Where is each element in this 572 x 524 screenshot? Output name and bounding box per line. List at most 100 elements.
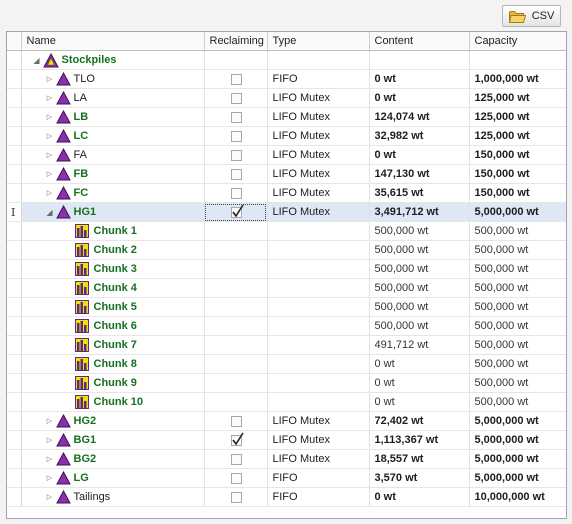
reclaiming-checkbox[interactable] (230, 92, 242, 104)
chunk-row[interactable]: Chunk 3 500,000 wt 500,000 wt (7, 259, 566, 279)
content-cell: 500,000 wt (369, 259, 470, 279)
capacity-cell: 500,000 wt (469, 354, 566, 374)
type-cell (267, 297, 370, 317)
content-cell: 500,000 wt (369, 221, 470, 241)
content-cell: 500,000 wt (369, 278, 470, 298)
capacity-cell: 150,000 wt (469, 183, 566, 203)
name-cell: ▷ TLO (21, 69, 205, 89)
chunk-row[interactable]: Chunk 6 500,000 wt 500,000 wt (7, 316, 566, 336)
expand-arrow-icon[interactable]: ▷ (44, 130, 56, 142)
expand-arrow-icon[interactable]: ▷ (44, 415, 56, 427)
capacity-cell: 125,000 wt (469, 88, 566, 108)
chunk-row[interactable]: Chunk 1 500,000 wt 500,000 wt (7, 221, 566, 241)
stockpile-tree-grid[interactable]: Name Reclaiming Type Content Capacity ◢ (6, 31, 567, 519)
type-cell (267, 278, 370, 298)
stockpile-row[interactable]: I ◢ HG1 LIFO Mutex 3,491,712 wt 5,000,000 wt (7, 202, 566, 222)
reclaiming-checkbox[interactable] (230, 149, 242, 161)
csv-export-button[interactable]: CSV (502, 5, 561, 27)
stockpile-row[interactable]: ▷ BG2 LIFO Mutex 18,557 wt 5,000,000 wt (7, 449, 566, 469)
stockpile-row[interactable]: ▷ LC LIFO Mutex 32,982 wt 125,000 wt (7, 126, 566, 146)
column-header-reclaiming[interactable]: Reclaiming (204, 32, 268, 51)
chunk-row[interactable]: Chunk 2 500,000 wt 500,000 wt (7, 240, 566, 260)
expand-arrow-icon[interactable]: ▷ (44, 187, 56, 199)
expand-arrow-icon[interactable]: ◢ (31, 54, 43, 66)
reclaiming-checkbox[interactable] (230, 73, 242, 85)
name-cell: Chunk 6 (21, 316, 205, 336)
reclaiming-checkbox[interactable] (230, 130, 242, 142)
header-row: Name Reclaiming Type Content Capacity (7, 32, 566, 51)
chunk-row[interactable]: Chunk 10 0 wt 500,000 wt (7, 392, 566, 412)
stockpile-row[interactable]: ▷ HG2 LIFO Mutex 72,402 wt 5,000,000 wt (7, 411, 566, 431)
type-cell: FIFO (267, 468, 370, 488)
capacity-cell: 10,000,000 wt (469, 487, 566, 507)
content-cell: 18,557 wt (369, 449, 470, 469)
row-indicator (7, 145, 22, 165)
reclaiming-checkbox[interactable] (230, 491, 242, 503)
stockpile-triangle-icon (55, 490, 71, 504)
reclaiming-cell (204, 373, 268, 393)
column-header-type[interactable]: Type (267, 32, 370, 51)
root-label: Stockpiles (61, 54, 117, 66)
capacity-cell: 150,000 wt (469, 164, 566, 184)
reclaiming-checkbox[interactable] (230, 453, 242, 465)
chunk-row[interactable]: Chunk 5 500,000 wt 500,000 wt (7, 297, 566, 317)
row-indicator (7, 240, 22, 260)
stockpile-row[interactable]: ▷ FA LIFO Mutex 0 wt 150,000 wt (7, 145, 566, 165)
row-indicator (7, 449, 22, 469)
chunk-row[interactable]: Chunk 7 491,712 wt 500,000 wt (7, 335, 566, 355)
content-cell: 0 wt (369, 392, 470, 412)
chunk-row[interactable]: Chunk 8 0 wt 500,000 wt (7, 354, 566, 374)
row-name-label: FC (73, 187, 89, 199)
stockpile-row[interactable]: ▷ FB LIFO Mutex 147,130 wt 150,000 wt (7, 164, 566, 184)
content-cell: 124,074 wt (369, 107, 470, 127)
expand-arrow-icon[interactable]: ▷ (44, 472, 56, 484)
expand-arrow-icon[interactable]: ▷ (44, 453, 56, 465)
row-name-label: LC (73, 130, 89, 142)
column-header-name[interactable]: Name (21, 32, 205, 51)
stockpile-triangle-icon (55, 91, 71, 105)
root-row[interactable]: ◢ Stockpiles (7, 50, 566, 70)
expand-arrow-icon[interactable]: ▷ (44, 111, 56, 123)
reclaiming-checkbox[interactable] (230, 204, 244, 218)
column-header-capacity[interactable]: Capacity (469, 32, 566, 51)
reclaiming-checkbox[interactable] (230, 111, 242, 123)
capacity-cell: 5,000,000 wt (469, 468, 566, 488)
content-cell: 0 wt (369, 69, 470, 89)
expand-arrow-icon[interactable]: ▷ (44, 168, 56, 180)
type-cell (267, 354, 370, 374)
expand-arrow-icon[interactable]: ▷ (44, 434, 56, 446)
reclaiming-checkbox[interactable] (230, 415, 242, 427)
stockpile-row[interactable]: ▷ BG1 LIFO Mutex 1,113,367 wt 5,000,000 wt (7, 430, 566, 450)
stockpile-table: Name Reclaiming Type Content Capacity ◢ (7, 32, 566, 507)
stockpile-row[interactable]: ▷ Tailings FIFO 0 wt 10,000,000 wt (7, 487, 566, 507)
stockpile-row[interactable]: ▷ LA LIFO Mutex 0 wt 125,000 wt (7, 88, 566, 108)
stockpile-row[interactable]: ▷ TLO FIFO 0 wt 1,000,000 wt (7, 69, 566, 89)
row-indicator (7, 392, 22, 412)
row-name-label: Chunk 9 (93, 377, 137, 389)
name-cell: ▷ LG (21, 468, 205, 488)
reclaiming-checkbox[interactable] (230, 432, 244, 446)
expand-arrow-icon[interactable]: ▷ (44, 149, 56, 161)
row-indicator (7, 468, 22, 488)
chunk-row[interactable]: Chunk 9 0 wt 500,000 wt (7, 373, 566, 393)
chunk-row[interactable]: Chunk 4 500,000 wt 500,000 wt (7, 278, 566, 298)
reclaiming-checkbox[interactable] (230, 187, 242, 199)
expand-arrow-icon[interactable]: ▷ (44, 92, 56, 104)
stockpile-row[interactable]: ▷ LB LIFO Mutex 124,074 wt 125,000 wt (7, 107, 566, 127)
row-indicator (7, 373, 22, 393)
column-header-content[interactable]: Content (369, 32, 470, 51)
content-cell: 500,000 wt (369, 297, 470, 317)
chunk-icon (74, 262, 89, 276)
reclaiming-checkbox[interactable] (230, 472, 242, 484)
reclaiming-cell (204, 316, 268, 336)
chunk-icon (74, 300, 89, 314)
stockpile-row[interactable]: ▷ LG FIFO 3,570 wt 5,000,000 wt (7, 468, 566, 488)
collapse-arrow-icon[interactable]: ◢ (44, 206, 56, 218)
reclaiming-cell (204, 145, 268, 165)
expand-arrow-icon[interactable]: ▷ (44, 73, 56, 85)
stockpile-row[interactable]: ▷ FC LIFO Mutex 35,615 wt 150,000 wt (7, 183, 566, 203)
row-indicator (7, 183, 22, 203)
reclaiming-checkbox[interactable] (230, 168, 242, 180)
expand-arrow-icon[interactable]: ▷ (44, 491, 56, 503)
row-name-label: LB (73, 111, 89, 123)
